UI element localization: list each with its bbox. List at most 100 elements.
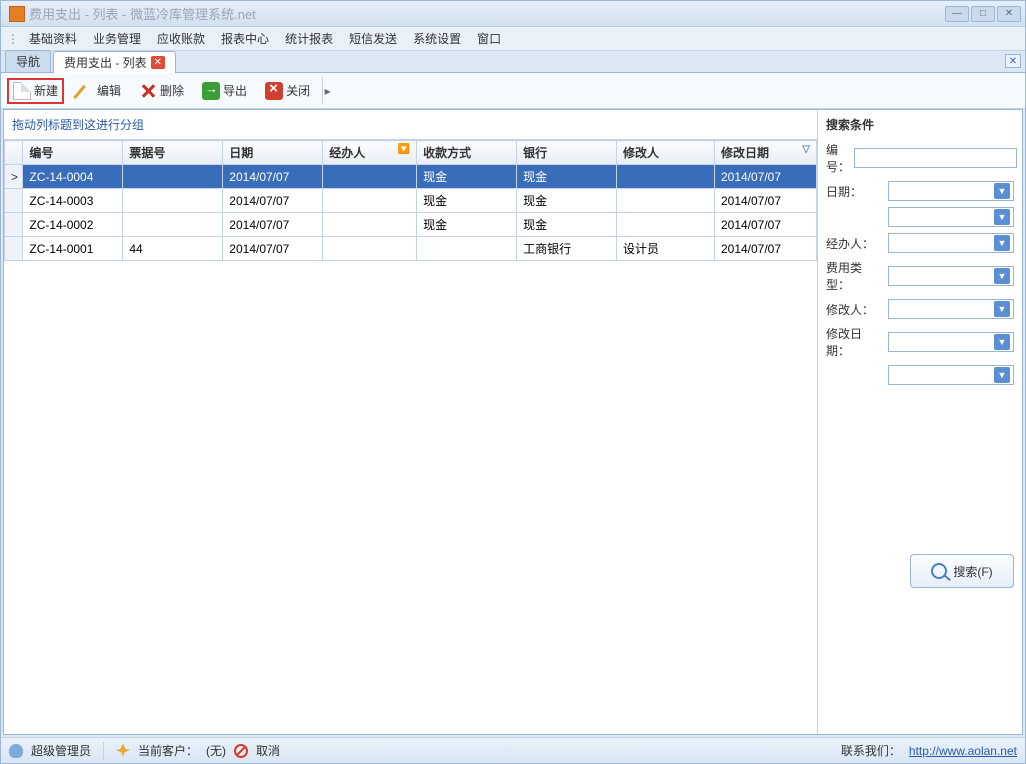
col-mod[interactable]: 修改人 bbox=[617, 141, 715, 165]
table-cell[interactable]: 2014/07/07 bbox=[223, 165, 323, 189]
table-cell[interactable]: 现金 bbox=[517, 165, 617, 189]
close-button[interactable]: 关闭 bbox=[259, 79, 316, 103]
col-bill[interactable]: 票据号 bbox=[123, 141, 223, 165]
tab-expense-list[interactable]: 费用支出 - 列表 ✕ bbox=[53, 51, 176, 73]
search-mdate-to[interactable]: ▼ bbox=[888, 365, 1014, 385]
menu-basic[interactable]: 基础资料 bbox=[23, 28, 83, 49]
table-cell[interactable] bbox=[617, 189, 715, 213]
table-row[interactable]: ZC-14-0002 2014/07/07 现金现金 2014/07/07 bbox=[5, 213, 817, 237]
menu-stats[interactable]: 统计报表 bbox=[279, 28, 339, 49]
table-cell[interactable]: ZC-14-0001 bbox=[23, 237, 123, 261]
table-cell[interactable]: 工商银行 bbox=[517, 237, 617, 261]
chevron-down-icon: ▼ bbox=[994, 367, 1010, 383]
data-grid[interactable]: 编号 票据号 日期 经办人🔽 收款方式 银行 修改人 修改日期▽ >ZC-14-… bbox=[4, 140, 817, 261]
search-num-input[interactable] bbox=[854, 148, 1017, 168]
close-icon bbox=[265, 82, 283, 100]
menu-receivable[interactable]: 应收账款 bbox=[151, 28, 211, 49]
new-button[interactable]: 新建 bbox=[7, 78, 64, 104]
table-row[interactable]: ZC-14-0001442014/07/07工商银行设计员2014/07/07 bbox=[5, 237, 817, 261]
table-cell[interactable]: ZC-14-0002 bbox=[23, 213, 123, 237]
table-cell[interactable]: 44 bbox=[123, 237, 223, 261]
search-mdate-from[interactable]: ▼ bbox=[888, 332, 1014, 352]
table-cell[interactable] bbox=[323, 165, 417, 189]
close-window-button[interactable]: ✕ bbox=[997, 6, 1021, 22]
table-cell[interactable]: 2014/07/07 bbox=[714, 189, 816, 213]
status-client-value: (无) bbox=[206, 742, 226, 759]
search-mod-label: 修改人： bbox=[826, 301, 884, 318]
table-cell[interactable]: 2014/07/07 bbox=[714, 165, 816, 189]
table-cell[interactable]: 2014/07/07 bbox=[223, 189, 323, 213]
menu-bar: ⋮ 基础资料 业务管理 应收账款 报表中心 统计报表 短信发送 系统设置 窗口 bbox=[1, 27, 1025, 51]
search-date-to[interactable]: ▼ bbox=[888, 207, 1014, 227]
search-handler-input[interactable]: ▼ bbox=[888, 233, 1014, 253]
table-cell[interactable]: ZC-14-0003 bbox=[23, 189, 123, 213]
table-cell[interactable]: 现金 bbox=[417, 165, 517, 189]
table-cell[interactable]: ZC-14-0004 bbox=[23, 165, 123, 189]
col-handler-filter-icon[interactable]: 🔽 bbox=[398, 144, 410, 155]
menu-settings[interactable]: 系统设置 bbox=[407, 28, 467, 49]
close-label: 关闭 bbox=[286, 82, 310, 99]
table-cell[interactable]: 2014/07/07 bbox=[223, 237, 323, 261]
menu-window[interactable]: 窗口 bbox=[471, 28, 507, 49]
delete-button[interactable]: 删除 bbox=[133, 79, 190, 103]
search-type-input[interactable]: ▼ bbox=[888, 266, 1014, 286]
table-cell[interactable] bbox=[5, 213, 23, 237]
col-pay[interactable]: 收款方式 bbox=[417, 141, 517, 165]
status-contact-link[interactable]: http://www.aolan.net bbox=[909, 744, 1017, 758]
table-cell[interactable] bbox=[323, 213, 417, 237]
table-cell[interactable]: 现金 bbox=[417, 213, 517, 237]
status-cancel[interactable]: 取消 bbox=[256, 742, 280, 759]
user-icon bbox=[9, 744, 23, 758]
search-handler-label: 经办人： bbox=[826, 235, 884, 252]
tabpane-close-button[interactable]: ✕ bbox=[1005, 54, 1021, 68]
maximize-button[interactable]: □ bbox=[971, 6, 995, 22]
tab-close-icon[interactable]: ✕ bbox=[151, 56, 165, 69]
search-button[interactable]: 搜索(F) bbox=[910, 554, 1014, 588]
table-row[interactable]: ZC-14-0003 2014/07/07 现金现金 2014/07/07 bbox=[5, 189, 817, 213]
delete-label: 删除 bbox=[160, 82, 184, 99]
col-bank[interactable]: 银行 bbox=[517, 141, 617, 165]
table-cell[interactable]: 2014/07/07 bbox=[223, 213, 323, 237]
menu-sms[interactable]: 短信发送 bbox=[343, 28, 403, 49]
table-cell[interactable] bbox=[123, 165, 223, 189]
delete-icon bbox=[139, 82, 157, 100]
title-bar: 费用支出 - 列表 - 微蓝冷库管理系统.net — □ ✕ bbox=[1, 1, 1025, 27]
search-date-label: 日期： bbox=[826, 183, 884, 200]
cancel-icon[interactable] bbox=[234, 744, 248, 758]
toolbar-overflow[interactable]: ▸ bbox=[322, 77, 332, 105]
table-cell[interactable]: 2014/07/07 bbox=[714, 237, 816, 261]
table-cell[interactable]: 2014/07/07 bbox=[714, 213, 816, 237]
edit-button[interactable]: 编辑 bbox=[70, 79, 127, 103]
search-date-from[interactable]: ▼ bbox=[888, 181, 1014, 201]
menu-business[interactable]: 业务管理 bbox=[87, 28, 147, 49]
table-cell[interactable] bbox=[323, 237, 417, 261]
search-mod-input[interactable]: ▼ bbox=[888, 299, 1014, 319]
table-cell[interactable] bbox=[123, 189, 223, 213]
table-cell[interactable] bbox=[617, 213, 715, 237]
table-cell[interactable] bbox=[323, 189, 417, 213]
tab-nav[interactable]: 导航 bbox=[5, 50, 51, 72]
col-mdate[interactable]: 修改日期▽ bbox=[714, 141, 816, 165]
export-button[interactable]: 导出 bbox=[196, 79, 253, 103]
search-num-label: 编号： bbox=[826, 141, 850, 175]
chevron-down-icon: ▼ bbox=[994, 235, 1010, 251]
col-num[interactable]: 编号 bbox=[23, 141, 123, 165]
chevron-down-icon: ▼ bbox=[994, 268, 1010, 284]
table-cell[interactable] bbox=[417, 237, 517, 261]
status-client-label: 当前客户： bbox=[138, 742, 198, 759]
menu-report[interactable]: 报表中心 bbox=[215, 28, 275, 49]
table-cell[interactable] bbox=[5, 189, 23, 213]
table-cell[interactable]: 现金 bbox=[417, 189, 517, 213]
minimize-button[interactable]: — bbox=[945, 6, 969, 22]
table-cell[interactable] bbox=[617, 165, 715, 189]
table-cell[interactable] bbox=[5, 237, 23, 261]
table-cell[interactable]: 设计员 bbox=[617, 237, 715, 261]
table-cell[interactable]: 现金 bbox=[517, 189, 617, 213]
col-handler[interactable]: 经办人🔽 bbox=[323, 141, 417, 165]
col-date[interactable]: 日期 bbox=[223, 141, 323, 165]
table-cell[interactable]: 现金 bbox=[517, 213, 617, 237]
table-cell[interactable] bbox=[123, 213, 223, 237]
table-cell[interactable]: > bbox=[5, 165, 23, 189]
table-row[interactable]: >ZC-14-0004 2014/07/07 现金现金 2014/07/07 bbox=[5, 165, 817, 189]
tab-row: 导航 费用支出 - 列表 ✕ ✕ bbox=[1, 51, 1025, 73]
